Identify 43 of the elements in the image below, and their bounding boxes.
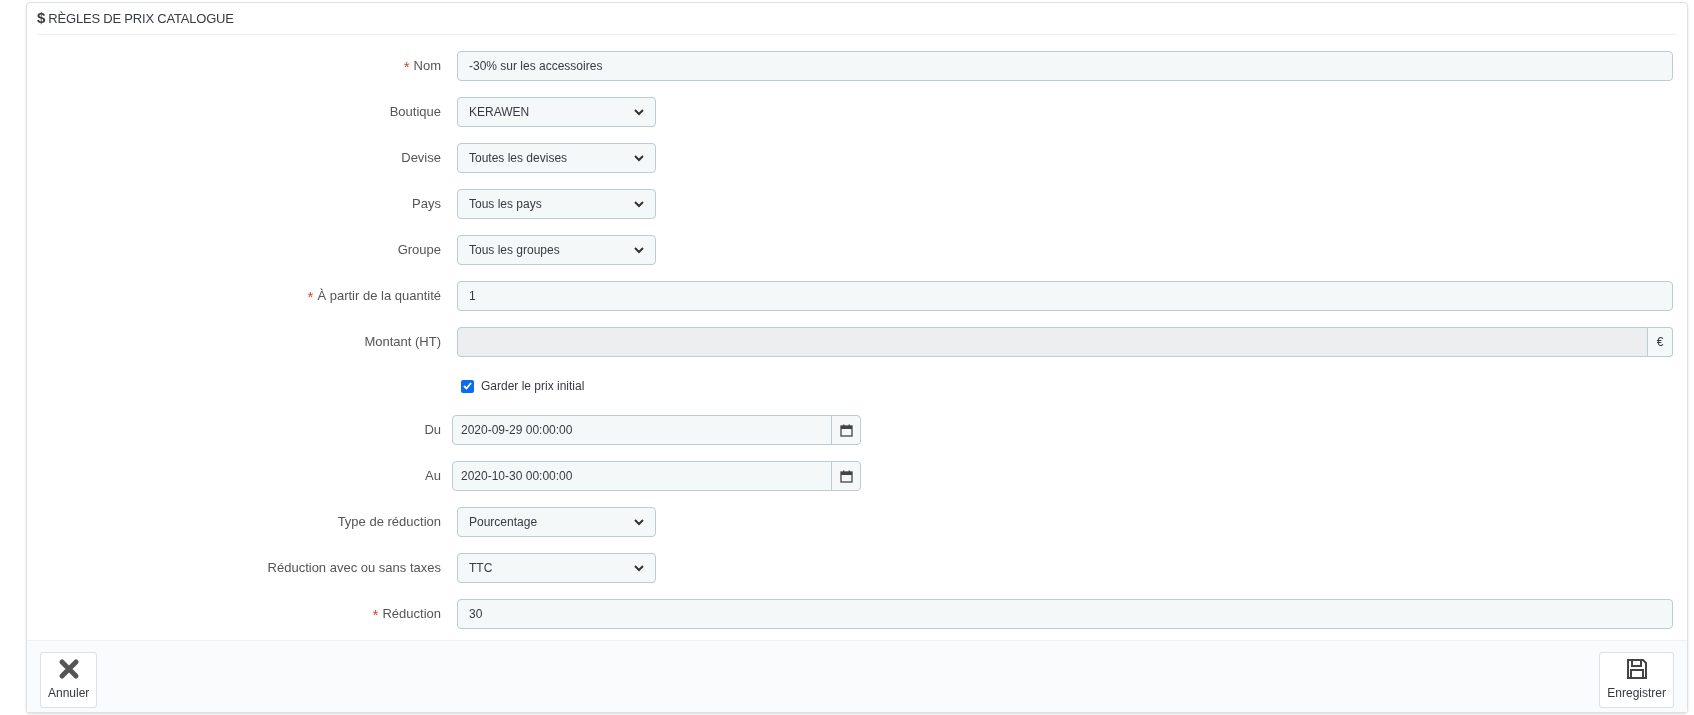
chevron-down-icon: [634, 564, 644, 572]
field-label: Réduction: [382, 605, 441, 624]
select-field[interactable]: Tous les pays: [457, 189, 656, 219]
checkbox-label: Garder le prix initial: [481, 378, 585, 395]
field-label: Pays: [412, 195, 441, 214]
field-label: Boutique: [389, 103, 441, 122]
panel-title: RÈGLES DE PRIX CATALOGUE: [48, 9, 234, 28]
select-field[interactable]: Tous les groupes: [457, 235, 656, 265]
chevron-down-icon: [634, 246, 644, 254]
chevron-down-icon: [634, 108, 644, 116]
currency-addon: €: [1648, 327, 1673, 357]
chevron-down-icon: [634, 200, 644, 208]
save-icon: [1625, 658, 1648, 680]
select-field[interactable]: TTC: [457, 553, 656, 583]
date-field[interactable]: 2020-10-30 00:00:00: [452, 461, 861, 491]
field-label: À partir de la quantité: [317, 287, 441, 306]
field-label: Montant (HT): [364, 333, 441, 352]
field-label: Du: [424, 421, 441, 440]
chevron-down-icon: [634, 154, 644, 162]
required-mark: *: [372, 606, 379, 622]
chevron-down-icon: [634, 518, 644, 526]
select-field[interactable]: Pourcentage: [457, 507, 656, 537]
date-field[interactable]: 2020-09-29 00:00:00: [452, 415, 861, 445]
field-label: Type de réduction: [337, 513, 441, 532]
field-label: Nom: [413, 57, 441, 76]
close-icon: [57, 658, 80, 680]
field-label: Devise: [401, 149, 441, 168]
field-label: Au: [425, 467, 441, 486]
calendar-icon: [839, 423, 853, 437]
text-field[interactable]: 1: [457, 281, 1673, 311]
calendar-icon: [839, 469, 853, 483]
text-field[interactable]: 30: [457, 599, 1673, 629]
select-field[interactable]: Toutes les devises: [457, 143, 656, 173]
text-field[interactable]: -30% sur les accessoires: [457, 51, 1673, 81]
checkbox[interactable]: [461, 379, 474, 393]
required-mark: *: [403, 58, 410, 74]
dollar-icon: $: [37, 7, 46, 30]
cancel-button[interactable]: Annuler: [40, 652, 98, 708]
select-field[interactable]: KERAWEN: [457, 97, 656, 127]
field-label: Groupe: [397, 241, 441, 260]
required-mark: *: [307, 288, 314, 304]
field-label: Réduction avec ou sans taxes: [267, 559, 441, 578]
save-button[interactable]: Enregistrer: [1599, 652, 1674, 708]
